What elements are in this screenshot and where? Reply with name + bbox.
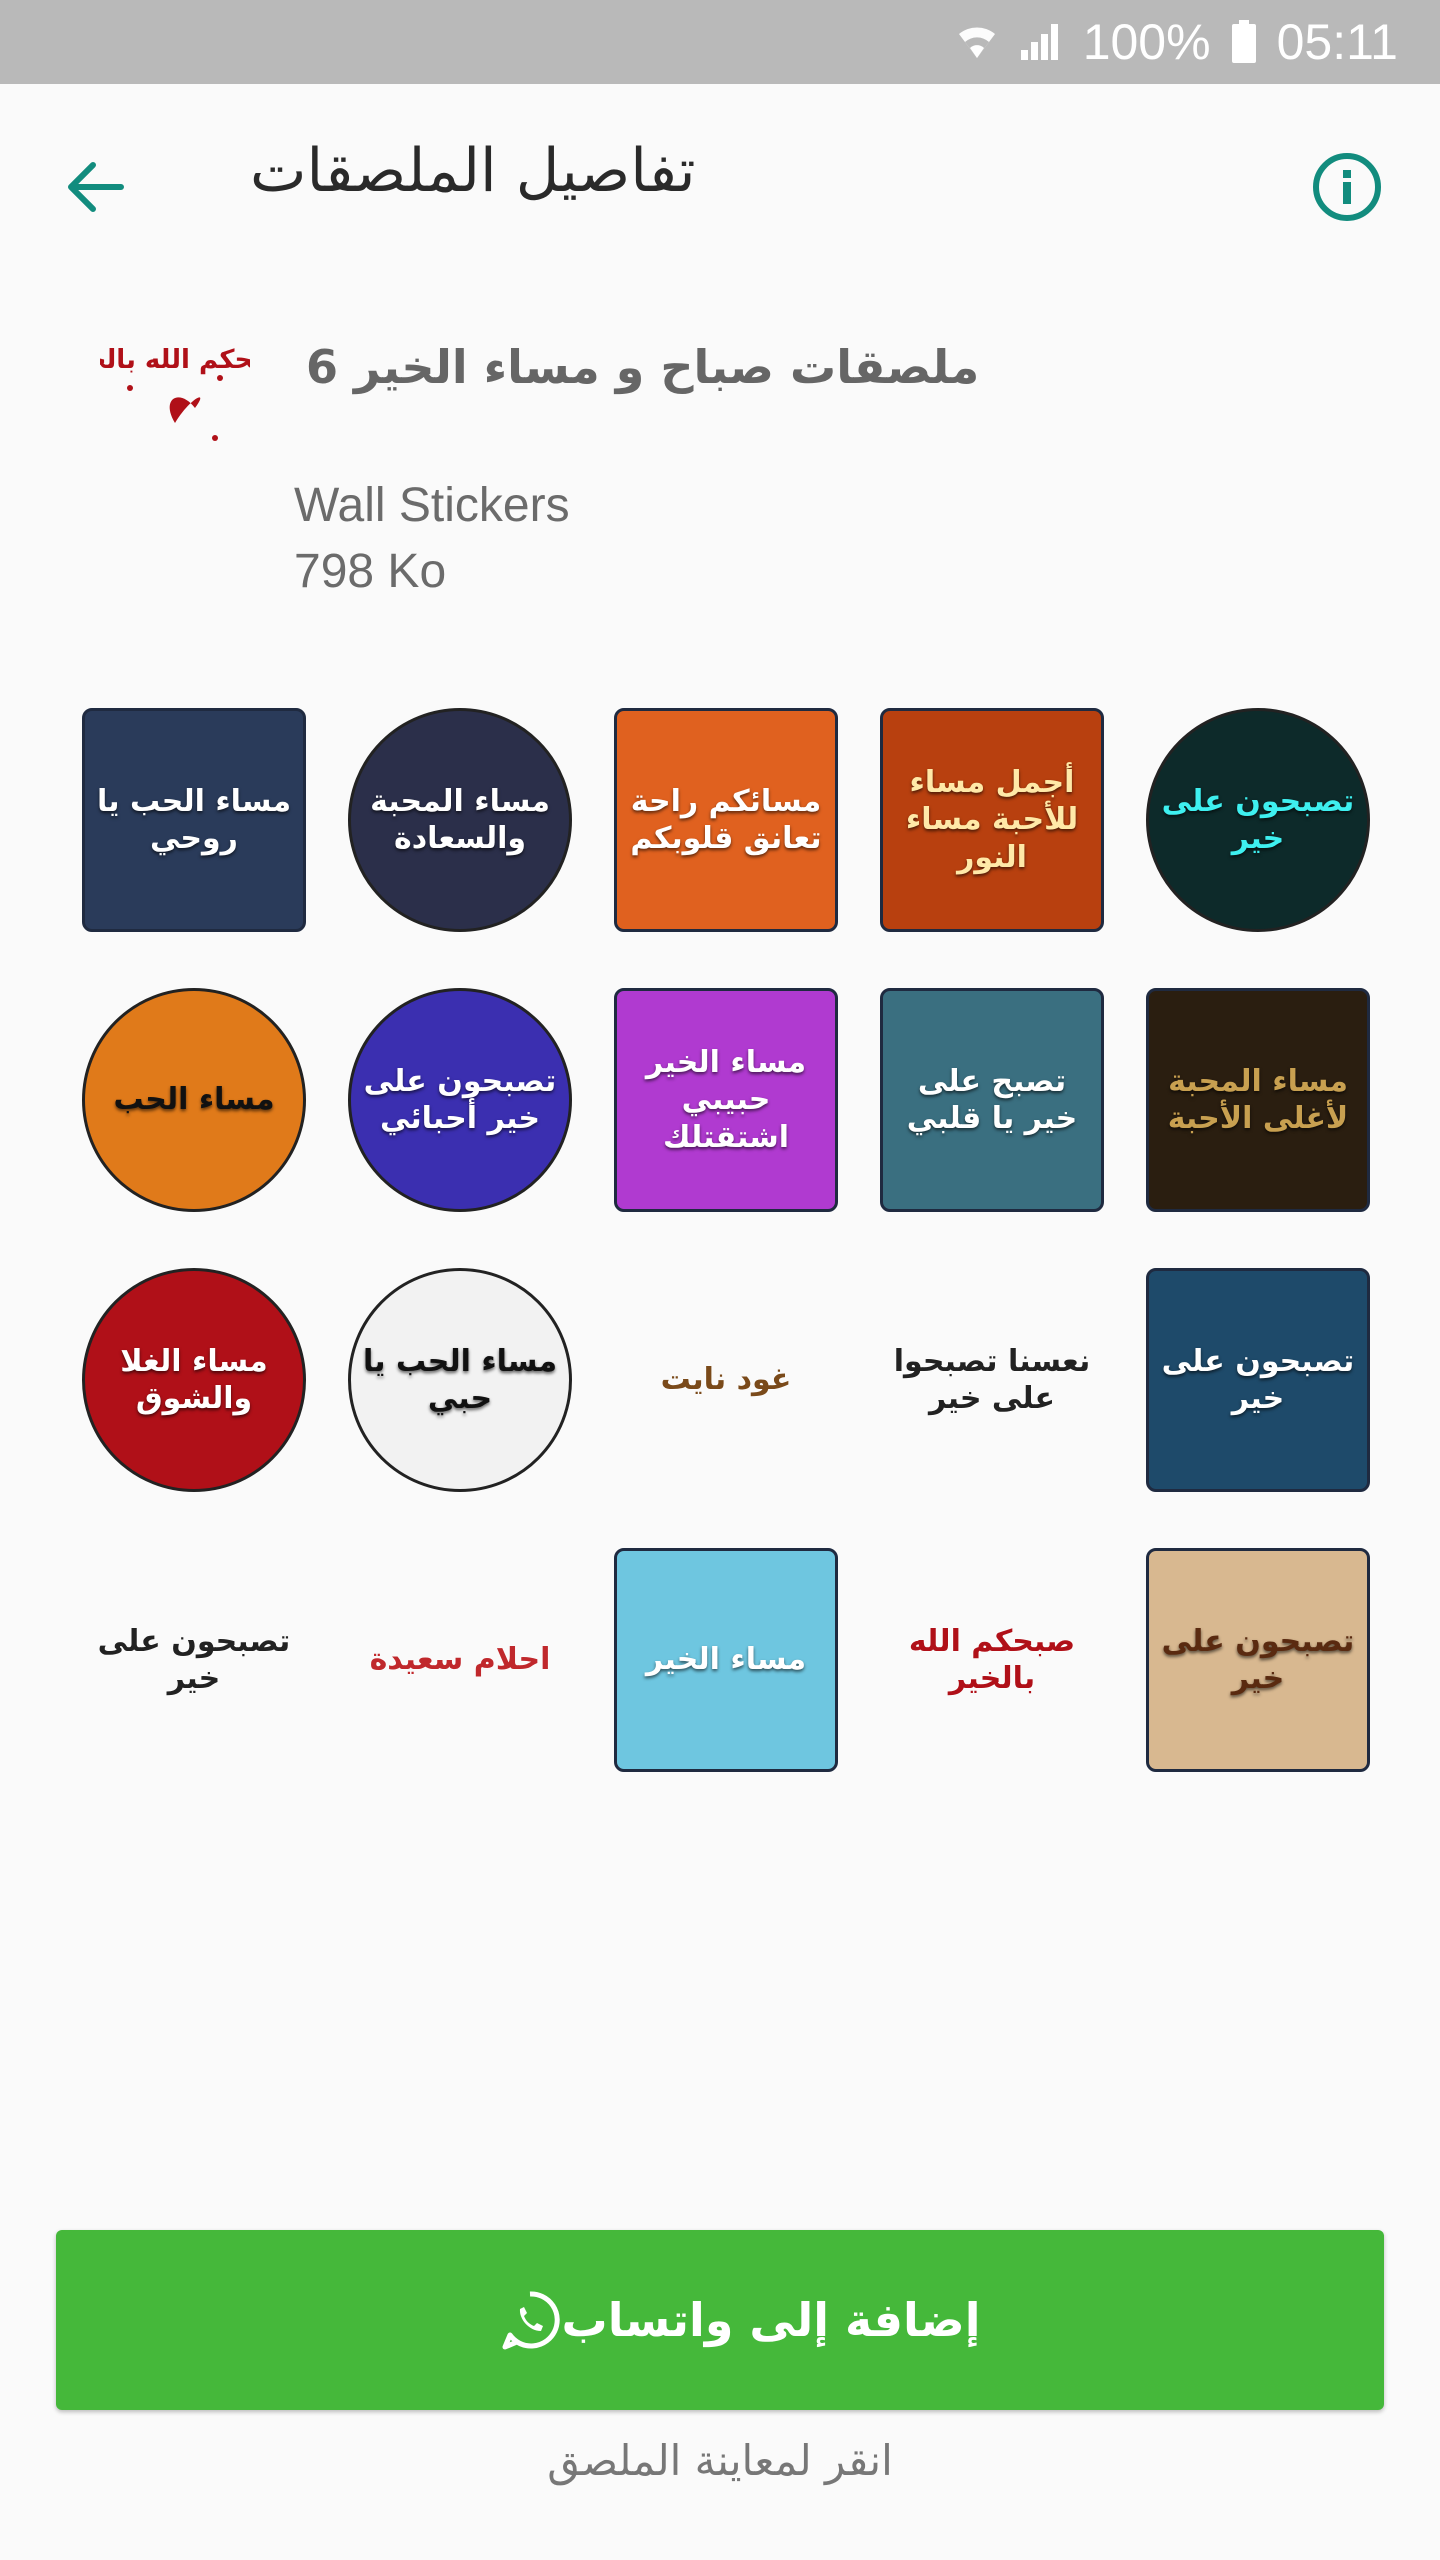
- sticker-caption: تصبحون على خير: [97, 1623, 291, 1697]
- sticker-item[interactable]: مساء الخير: [614, 1548, 838, 1772]
- preview-hint: انقر لمعاينة الملصق: [547, 2436, 893, 2485]
- sticker-caption: مساء المحبة لأغلى الأحبة: [1167, 1063, 1349, 1137]
- sticker-caption: أجمل مساء للأحبة مساء النور: [905, 764, 1079, 875]
- sticker-caption: تصبحون على خير: [1161, 783, 1355, 857]
- sticker-caption: تصبحون على خير: [1161, 1343, 1355, 1417]
- sticker-caption: مساء الحب يا حبي: [362, 1343, 558, 1417]
- sticker-item[interactable]: غود نايت: [614, 1268, 838, 1492]
- pack-name: ملصقات صباح و مساء الخير 6: [306, 340, 980, 394]
- pack-tray-icon: صبحكم الله بالخير: [59, 328, 289, 478]
- toolbar: تفاصيل الملصقات: [0, 84, 1440, 274]
- status-bar: 100% 05:11: [0, 0, 1440, 84]
- wifi-icon: [955, 22, 999, 62]
- tray-text: صبحكم الله بالخير: [100, 345, 250, 375]
- sticker-caption: احلام سعيدة: [369, 1642, 551, 1678]
- sticker-item[interactable]: تصبحون على خير: [82, 1548, 306, 1772]
- sticker-item[interactable]: مساء الحب يا حبي: [348, 1268, 572, 1492]
- info-icon: [1313, 153, 1381, 221]
- sticker-item[interactable]: مساء الغلا والشوق: [82, 1268, 306, 1492]
- sticker-item[interactable]: تصبحون على خير: [1146, 708, 1370, 932]
- sticker-item[interactable]: مساء المحبة والسعادة: [348, 708, 572, 932]
- whatsapp-icon: [499, 2289, 561, 2351]
- sticker-item[interactable]: تصبحون على خير أحبائي: [348, 988, 572, 1212]
- sticker-caption: تصبحون على خير: [1161, 1623, 1355, 1697]
- sticker-caption: مساء الغلا والشوق: [120, 1343, 268, 1417]
- sticker-item[interactable]: أجمل مساء للأحبة مساء النور: [880, 708, 1104, 932]
- sticker-item[interactable]: مساء الحب: [82, 988, 306, 1212]
- sticker-item[interactable]: تصبحون على خير: [1146, 1268, 1370, 1492]
- sticker-caption: تصبح على خير يا قلبي: [906, 1063, 1078, 1137]
- sticker-item[interactable]: مسائكم راحة تعانق قلوبكم: [614, 708, 838, 932]
- sticker-caption: مساء الخير حبيبي اشتقتلك: [645, 1044, 807, 1155]
- sticker-caption: مساء الخير: [645, 1642, 807, 1678]
- sticker-item[interactable]: مساء المحبة لأغلى الأحبة: [1146, 988, 1370, 1212]
- arrow-back-icon: [68, 162, 124, 212]
- sticker-caption: صبحكم الله بالخير: [908, 1623, 1076, 1697]
- back-button[interactable]: [50, 142, 140, 232]
- signal-icon: [1019, 22, 1063, 62]
- sticker-caption: مساء المحبة والسعادة: [370, 783, 550, 857]
- sticker-caption: مساء الحب يا روحي: [96, 783, 292, 857]
- sticker-item[interactable]: صبحكم الله بالخير: [880, 1548, 1104, 1772]
- sticker-caption: تصبحون على خير أحبائي: [363, 1063, 557, 1137]
- sticker-caption: نعسنا تصبحوا على خير: [893, 1343, 1091, 1417]
- sticker-item[interactable]: تصبحون على خير: [1146, 1548, 1370, 1772]
- sticker-item[interactable]: تصبح على خير يا قلبي: [880, 988, 1104, 1212]
- info-button[interactable]: [1302, 142, 1392, 232]
- sticker-item[interactable]: نعسنا تصبحوا على خير: [880, 1268, 1104, 1492]
- sticker-caption: مساء الحب: [113, 1082, 275, 1118]
- pack-size: 798 Ko: [294, 545, 447, 598]
- add-to-whatsapp-button[interactable]: إضافة إلى واتساب: [56, 2230, 1384, 2410]
- sticker-grid: مساء الحب يا روحي مساء المحبة والسعادة مسا…: [82, 708, 1372, 1783]
- battery-percent: 100%: [1082, 14, 1211, 70]
- sticker-item[interactable]: مساء الخير حبيبي اشتقتلك: [614, 988, 838, 1212]
- sticker-item[interactable]: احلام سعيدة: [348, 1548, 572, 1772]
- battery-icon: [1231, 20, 1257, 64]
- sticker-caption: مسائكم راحة تعانق قلوبكم: [630, 783, 822, 857]
- sticker-item[interactable]: مساء الحب يا روحي: [82, 708, 306, 932]
- sticker-caption: غود نايت: [660, 1362, 792, 1398]
- clock: 05:11: [1276, 14, 1398, 70]
- pack-publisher: Wall Stickers: [294, 479, 570, 532]
- add-button-label: إضافة إلى واتساب: [561, 2293, 981, 2347]
- page-title: تفاصيل الملصقات: [250, 136, 696, 206]
